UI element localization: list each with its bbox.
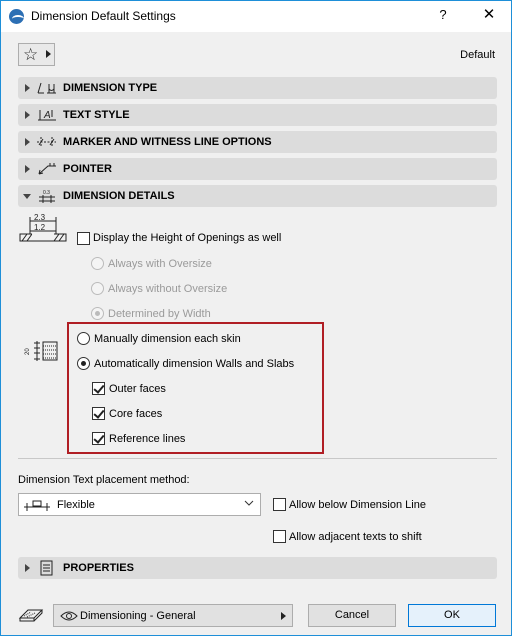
favorites-button[interactable]: ☆ bbox=[18, 43, 55, 66]
section-text-style[interactable]: A TEXT STYLE bbox=[18, 104, 497, 126]
svg-text:A: A bbox=[43, 110, 51, 121]
expand-arrow-icon bbox=[25, 165, 30, 173]
always-with-oversize-label: Always with Oversize bbox=[108, 258, 212, 270]
divider bbox=[18, 458, 497, 459]
view-profile-label: Dimensioning - General bbox=[80, 610, 196, 622]
opening-height-icon: 2.3 1.2 bbox=[19, 213, 67, 242]
manual-dimension-radio[interactable] bbox=[77, 332, 90, 345]
outer-faces-checkbox[interactable] bbox=[92, 382, 105, 395]
section-label: POINTER bbox=[63, 163, 112, 175]
dimension-type-icon bbox=[37, 82, 56, 94]
expand-arrow-icon bbox=[25, 564, 30, 572]
text-style-icon: A bbox=[38, 110, 56, 121]
allow-below-checkbox[interactable] bbox=[273, 498, 286, 511]
expand-arrow-icon bbox=[25, 84, 30, 92]
chevron-right-icon bbox=[281, 612, 286, 620]
allow-adjacent-label: Allow adjacent texts to shift bbox=[289, 531, 422, 543]
chevron-right-icon bbox=[46, 50, 51, 58]
display-height-checkbox[interactable] bbox=[77, 232, 90, 245]
always-with-oversize-radio[interactable] bbox=[91, 257, 104, 270]
close-button[interactable]: ✕ bbox=[479, 5, 499, 23]
wall-skins-icon: 20 bbox=[25, 341, 58, 361]
allow-below-label: Allow below Dimension Line bbox=[289, 499, 426, 511]
flexible-placement-icon bbox=[24, 500, 50, 511]
star-icon: ☆ bbox=[23, 45, 39, 64]
expand-arrow-icon bbox=[25, 111, 30, 119]
determined-by-width-label: Determined by Width bbox=[108, 308, 211, 320]
svg-text:20: 20 bbox=[25, 348, 31, 355]
text-placement-dropdown[interactable]: Flexible bbox=[18, 493, 261, 516]
always-without-oversize-radio[interactable] bbox=[91, 282, 104, 295]
section-label: TEXT STYLE bbox=[63, 109, 130, 121]
text-placement-value: Flexible bbox=[57, 499, 95, 511]
ok-button[interactable]: OK bbox=[408, 604, 496, 627]
expand-arrow-icon bbox=[25, 138, 30, 146]
svg-text:0.3: 0.3 bbox=[43, 190, 50, 196]
section-properties[interactable]: PROPERTIES bbox=[18, 557, 497, 579]
section-marker-witness[interactable]: MARKER AND WITNESS LINE OPTIONS bbox=[18, 131, 497, 153]
auto-dimension-label: Automatically dimension Walls and Slabs bbox=[94, 358, 295, 370]
document-icon bbox=[40, 560, 53, 576]
title-bar: Dimension Default Settings ? ✕ bbox=[1, 1, 511, 32]
dimension-details-icon: 0.3 bbox=[39, 190, 55, 203]
section-label: DIMENSION TYPE bbox=[63, 82, 158, 94]
cancel-button[interactable]: Cancel bbox=[308, 604, 396, 627]
collapse-arrow-icon bbox=[23, 194, 31, 199]
core-faces-label: Core faces bbox=[109, 408, 163, 420]
dialog-window: Dimension Default Settings ? ✕ ☆ Default… bbox=[0, 0, 512, 636]
eye-icon bbox=[60, 611, 78, 621]
outer-faces-label: Outer faces bbox=[109, 383, 166, 395]
reference-lines-label: Reference lines bbox=[109, 433, 186, 445]
section-label: DIMENSION DETAILS bbox=[63, 190, 175, 202]
section-label: PROPERTIES bbox=[63, 562, 134, 574]
auto-dimension-radio[interactable] bbox=[77, 357, 90, 370]
pointer-icon bbox=[38, 163, 56, 175]
manual-dimension-label: Manually dimension each skin bbox=[94, 333, 241, 345]
allow-adjacent-checkbox[interactable] bbox=[273, 530, 286, 543]
text-placement-label: Dimension Text placement method: bbox=[18, 474, 190, 486]
section-dimension-details[interactable]: 0.3 DIMENSION DETAILS bbox=[18, 185, 497, 207]
default-label: Default bbox=[460, 49, 495, 61]
determined-by-width-radio[interactable] bbox=[91, 307, 104, 320]
window-title: Dimension Default Settings bbox=[31, 9, 176, 23]
dimension-tool-icon bbox=[18, 609, 44, 622]
help-button[interactable]: ? bbox=[433, 7, 453, 22]
core-faces-checkbox[interactable] bbox=[92, 407, 105, 420]
chevron-down-icon bbox=[244, 500, 254, 506]
display-height-label: Display the Height of Openings as well bbox=[93, 232, 282, 244]
marker-witness-icon bbox=[37, 137, 56, 147]
app-logo-icon bbox=[9, 9, 24, 24]
reference-lines-checkbox[interactable] bbox=[92, 432, 105, 445]
view-profile-button[interactable]: Dimensioning - General bbox=[53, 604, 293, 627]
section-dimension-type[interactable]: DIMENSION TYPE bbox=[18, 77, 497, 99]
section-label: MARKER AND WITNESS LINE OPTIONS bbox=[63, 136, 272, 148]
always-without-oversize-label: Always without Oversize bbox=[108, 283, 228, 295]
section-pointer[interactable]: POINTER bbox=[18, 158, 497, 180]
